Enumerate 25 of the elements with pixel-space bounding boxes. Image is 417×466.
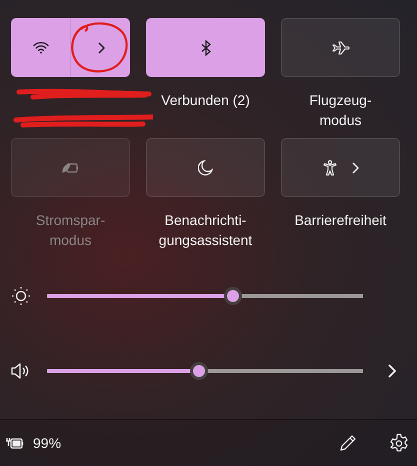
battery-percentage: 99% xyxy=(33,435,62,451)
battery-charging-icon xyxy=(5,436,25,450)
wifi-icon xyxy=(32,41,48,54)
quick-tile[interactable] xyxy=(146,138,265,197)
tile-label: Benachrichti- gungsassistent xyxy=(158,211,252,250)
quick-tile[interactable] xyxy=(11,18,130,77)
pencil-icon[interactable] xyxy=(339,434,357,452)
airplane-icon xyxy=(332,40,350,54)
slider-thumb[interactable] xyxy=(224,286,242,304)
tile-label: Stromspar- modus xyxy=(36,211,106,250)
quick-tile[interactable] xyxy=(146,18,265,77)
accessibility-icon xyxy=(322,160,336,176)
tile-label: Flugzeug- modus xyxy=(309,91,372,130)
tile-label: Barrierefreiheit xyxy=(294,211,386,230)
tile-label: Verbunden (2) xyxy=(161,91,250,110)
quick-tile[interactable] xyxy=(281,18,400,77)
bluetooth-icon xyxy=(200,40,210,56)
moon-icon xyxy=(198,160,213,176)
settings-icon[interactable] xyxy=(389,433,409,453)
speaker-icon xyxy=(11,362,31,378)
battery-leaf-icon xyxy=(62,162,80,174)
slider-thumb[interactable] xyxy=(190,362,208,380)
chevron-right-icon[interactable] xyxy=(96,42,104,54)
brightness-icon xyxy=(11,286,31,306)
quick-tile[interactable] xyxy=(281,138,400,197)
